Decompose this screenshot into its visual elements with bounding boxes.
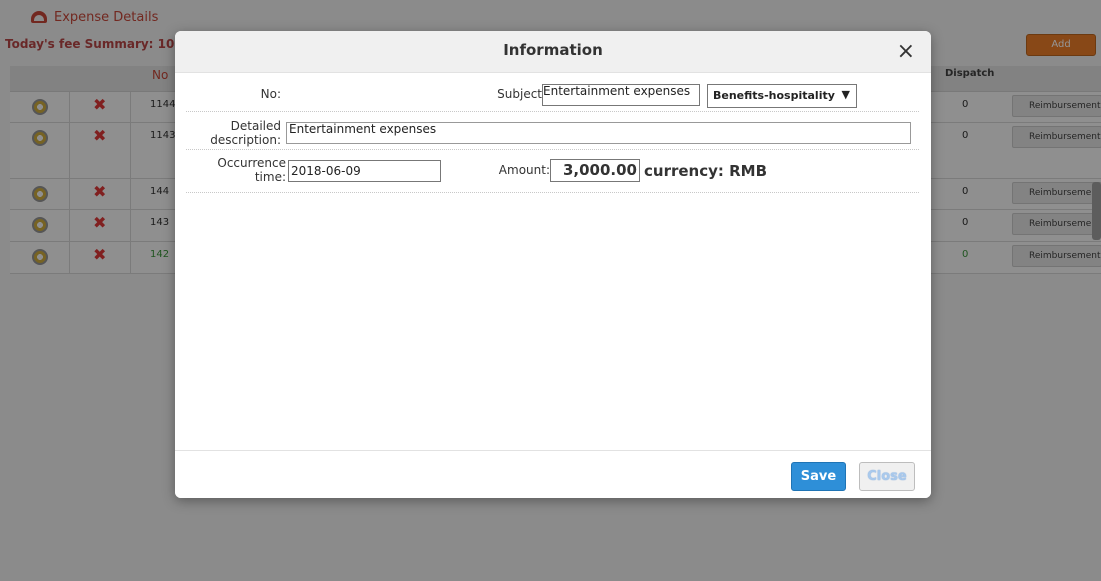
subject-label: Subject xyxy=(497,87,542,101)
dialog-title: Information xyxy=(503,41,603,59)
category-selected-value: Benefits-hospitality xyxy=(713,89,835,102)
amount-group: 3,000.00 currency: RMB xyxy=(550,159,767,182)
save-button[interactable]: Save xyxy=(791,462,846,491)
description-label: Detailed description: xyxy=(210,119,281,147)
description-input[interactable]: Entertainment expenses xyxy=(286,122,911,144)
amount-label: Amount: xyxy=(498,163,550,177)
category-select[interactable]: Benefits-hospitality ▼ xyxy=(707,84,857,108)
form-row-time-amount: Occurrence time: 2018-06-09 Amount: 3,00… xyxy=(186,150,919,193)
form-row-description: Detailed description: Entertainment expe… xyxy=(186,112,919,150)
currency-text: currency: RMB xyxy=(644,161,768,180)
expense-form: No: Subject Entertainment expenses Benef… xyxy=(186,73,919,193)
close-icon[interactable]: × xyxy=(897,41,915,63)
no-label: No: xyxy=(260,87,281,101)
occurrence-date-input[interactable]: 2018-06-09 xyxy=(288,160,441,182)
occurrence-label: Occurrence time: xyxy=(217,156,286,184)
no-value xyxy=(286,84,290,86)
information-dialog: Information × No: Subject Entertainment … xyxy=(175,31,931,498)
dialog-footer: Save Close xyxy=(175,450,931,498)
subject-input[interactable]: Entertainment expenses xyxy=(542,84,700,106)
amount-input[interactable]: 3,000.00 xyxy=(550,159,640,182)
close-button[interactable]: Close xyxy=(859,462,915,491)
dropdown-arrow-icon: ▼ xyxy=(841,88,850,101)
form-row-no-subject: No: Subject Entertainment expenses Benef… xyxy=(186,73,919,112)
dialog-header: Information × xyxy=(175,31,931,73)
